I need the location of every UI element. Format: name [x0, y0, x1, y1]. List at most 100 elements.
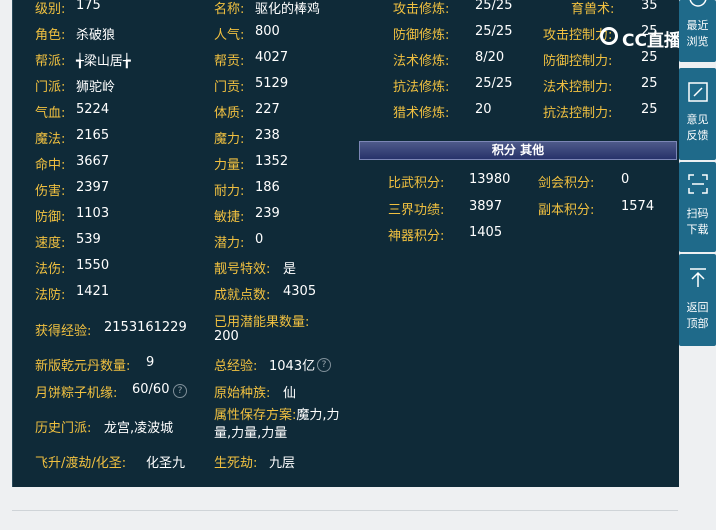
- clock-icon: [689, 0, 707, 7]
- resist-control-value: 25: [641, 102, 658, 117]
- magic-power-label: 魔力:: [214, 132, 245, 147]
- speed-label: 速度:: [35, 236, 66, 251]
- hunt-cultivation-label: 猎术修炼:: [393, 106, 450, 121]
- mp-label: 魔法:: [35, 132, 66, 147]
- sidebar-feedback-label-2: 反馈: [686, 129, 709, 142]
- agility-value: 239: [255, 206, 280, 221]
- history-sect-value: 龙宫,凌波城: [104, 421, 174, 436]
- arrow-up-icon: [690, 268, 706, 287]
- defense-control-label: 防御控制力:: [543, 54, 613, 69]
- section-header-scores: 积分 其他: [359, 141, 677, 160]
- hp-value: 5224: [76, 102, 110, 117]
- sidebar-scan-label-1: 扫码: [686, 207, 709, 220]
- sword-score-value: 0: [621, 172, 630, 187]
- scan-icon: [688, 174, 708, 194]
- character-info-panel: 级别: 175 角色: 杀破狼 帮派: ╅梁山居╆ 门派: 狮驼岭 气血: 52…: [12, 0, 679, 487]
- achievement-label: 成就点数:: [214, 288, 271, 303]
- edit-icon: [688, 82, 708, 102]
- race-value: 仙: [283, 386, 297, 401]
- magic-control-value: 25: [641, 76, 658, 91]
- speed-value: 539: [76, 232, 101, 247]
- role-label: 角色:: [35, 28, 66, 43]
- help-icon[interactable]: ?: [173, 384, 187, 398]
- magic-cultivation-value: 8/20: [475, 50, 505, 65]
- constitution-value: 227: [255, 102, 280, 117]
- name-value: 驱化的棒鸡: [255, 2, 321, 17]
- sword-score-label: 剑会积分:: [538, 176, 595, 191]
- hit-value: 3667: [76, 154, 110, 169]
- attack-cultivation-label: 攻击修炼:: [393, 2, 450, 17]
- strength-value: 1352: [255, 154, 289, 169]
- artifact-score-value: 1405: [469, 225, 503, 240]
- mp-value: 2165: [76, 128, 110, 143]
- popularity-value: 800: [255, 24, 280, 39]
- exp-label: 获得经验:: [35, 324, 92, 339]
- sidebar-top-button[interactable]: 返回 顶部: [679, 254, 716, 346]
- popularity-label: 人气:: [214, 28, 245, 43]
- level-label: 级别:: [35, 2, 66, 17]
- hp-label: 气血:: [35, 106, 66, 121]
- endurance-value: 186: [255, 180, 280, 195]
- endurance-label: 耐力:: [214, 184, 245, 199]
- gang-contrib-label: 帮贡:: [214, 54, 245, 69]
- resist-control-label: 抗法控制力:: [543, 106, 613, 121]
- exp-value: 2153161229: [104, 320, 187, 335]
- divider: [12, 510, 678, 511]
- agility-label: 敏捷:: [214, 210, 245, 225]
- life-death-label: 生死劫:: [214, 456, 258, 471]
- sidebar-recent-label-1: 最近: [686, 19, 709, 32]
- sidebar-feedback-label-1: 意见: [686, 113, 709, 126]
- attack-cultivation-value: 25/25: [475, 0, 513, 13]
- potential-label: 潜力:: [214, 236, 245, 251]
- ascend-label: 飞升/渡劫/化圣:: [35, 456, 127, 471]
- sect-label: 门派:: [35, 80, 66, 95]
- beast-skill-value: 35: [641, 0, 658, 13]
- defense-cultivation-label: 防御修炼:: [393, 28, 450, 43]
- name-label: 名称:: [214, 2, 245, 17]
- total-exp-label: 总经验:: [214, 359, 258, 374]
- sidebar-feedback-button[interactable]: 意见 反馈: [679, 68, 716, 160]
- gang-value: ╅梁山居╆: [76, 54, 131, 69]
- sect-value: 狮驼岭: [76, 80, 116, 95]
- merit-label: 三界功绩:: [388, 203, 445, 218]
- defense-label: 防御:: [35, 210, 66, 225]
- magic-defense-value: 1421: [76, 284, 110, 299]
- qianyuandan-value: 9: [146, 355, 155, 370]
- defense-control-value: 25: [641, 50, 658, 65]
- magic-defense-label: 法防:: [35, 288, 66, 303]
- history-sect-label: 历史门派:: [35, 421, 92, 436]
- pretty-number-value: 是: [283, 262, 297, 277]
- sect-contrib-label: 门贡:: [214, 80, 245, 95]
- help-icon[interactable]: ?: [317, 358, 331, 372]
- hit-label: 命中:: [35, 158, 66, 173]
- sidebar-recent-label-2: 浏览: [686, 35, 709, 48]
- magic-control-label: 法术控制力:: [543, 80, 613, 95]
- cc-logo-icon: [600, 27, 618, 45]
- sect-contrib-value: 5129: [255, 76, 289, 91]
- sidebar-scan-button[interactable]: 扫码 下载: [679, 162, 716, 252]
- magic-damage-value: 1550: [76, 258, 110, 273]
- sidebar-recent-button[interactable]: 最近 浏览: [679, 0, 716, 62]
- constitution-label: 体质:: [214, 106, 245, 121]
- magic-damage-label: 法伤:: [35, 262, 66, 277]
- level-value: 175: [76, 0, 101, 13]
- defense-value: 1103: [76, 206, 110, 221]
- strength-label: 力量:: [214, 158, 245, 173]
- defense-cultivation-value: 25/25: [475, 24, 513, 39]
- mooncake-value: 60/60: [132, 382, 170, 397]
- used-fruit-label: 已用潜能果数量:: [214, 315, 310, 330]
- qianyuandan-label: 新版乾元丹数量:: [35, 359, 131, 374]
- pvp-score-value: 13980: [469, 172, 511, 187]
- mooncake-label: 月饼粽子机缘:: [35, 386, 118, 401]
- damage-label: 伤害:: [35, 184, 66, 199]
- merit-value: 3897: [469, 199, 503, 214]
- attr-plan-label: 属性保存方案:: [214, 408, 297, 423]
- sidebar-scan-label-2: 下载: [686, 223, 709, 236]
- potential-value: 0: [255, 232, 264, 247]
- dungeon-score-value: 1574: [621, 199, 655, 214]
- used-fruit-value: 200: [214, 329, 239, 344]
- resist-cultivation-value: 25/25: [475, 76, 513, 91]
- attr-plan: 属性保存方案:魔力,力量,力量,力量: [214, 407, 342, 443]
- gang-label: 帮派:: [35, 54, 66, 69]
- watermark-text: CC直播: [622, 31, 681, 51]
